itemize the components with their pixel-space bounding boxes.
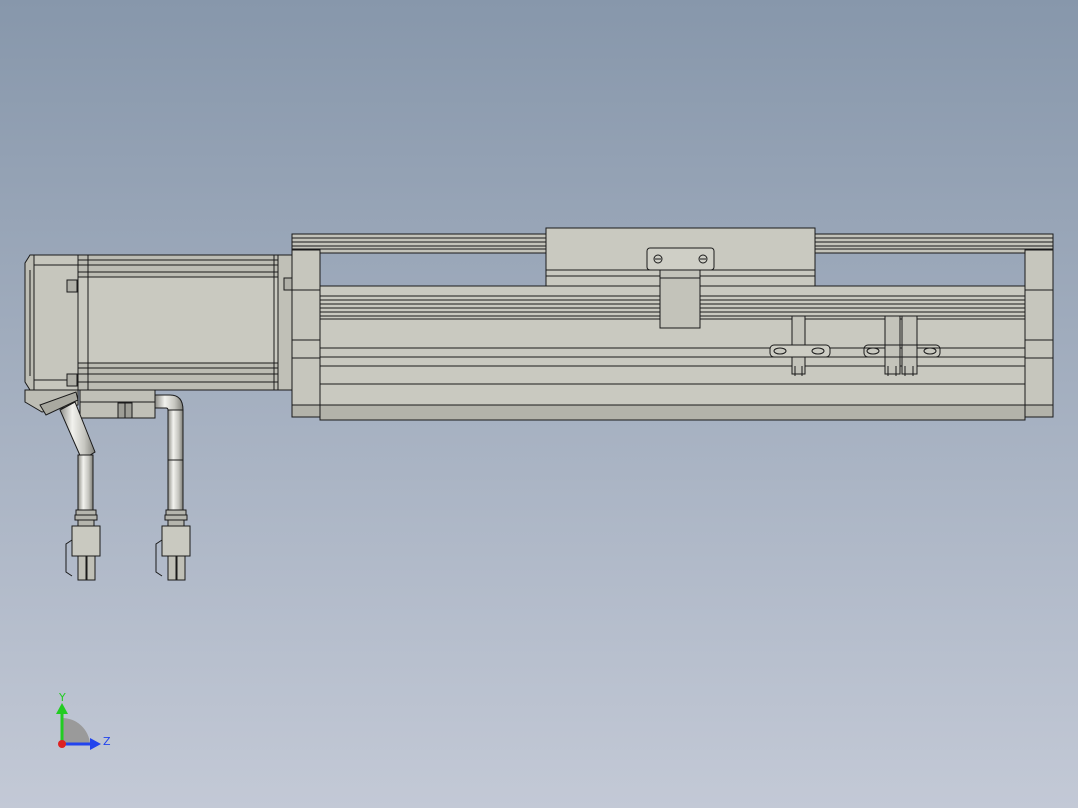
z-axis-arrowhead [90, 738, 101, 750]
y-axis-label: Y [58, 691, 66, 704]
servo-motor[interactable] [24, 254, 293, 419]
y-axis-arrowhead [56, 703, 68, 714]
graphics-viewport[interactable]: Y Z [0, 0, 1078, 808]
model-view[interactable]: Y Z [0, 0, 1078, 808]
x-axis-origin [58, 740, 66, 748]
triad-plane-shading [62, 717, 90, 744]
orientation-triad: Y Z [56, 691, 111, 750]
z-axis-label: Z [103, 735, 111, 748]
linear-actuator-model[interactable] [24, 227, 1054, 581]
motor-power-cable[interactable] [59, 401, 101, 581]
encoder-cable[interactable] [154, 394, 191, 581]
